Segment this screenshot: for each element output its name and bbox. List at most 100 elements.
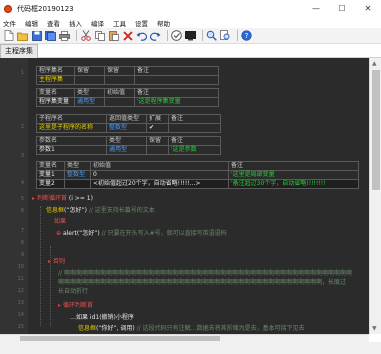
menu-edit[interactable]: 编辑	[25, 18, 38, 28]
menu-view[interactable]: 查看	[47, 18, 60, 28]
menu-settings[interactable]: 设置	[135, 18, 148, 28]
header-cell: 保留	[104, 66, 135, 76]
menu-tools[interactable]: 工具	[113, 18, 126, 28]
toolbar-separator	[167, 30, 168, 41]
minimize-button[interactable]: —	[303, 0, 329, 17]
line-number: 4	[20, 180, 24, 186]
fold-arrow-icon[interactable]: ▸	[48, 258, 51, 265]
close-button[interactable]: ✕	[355, 0, 381, 17]
horizontal-scrollbar[interactable]	[0, 334, 369, 342]
line-number: 3	[20, 153, 24, 159]
redo-icon[interactable]	[150, 30, 161, 41]
copy-icon[interactable]	[94, 30, 105, 41]
scroll-up-icon[interactable]: ▲	[372, 60, 377, 67]
local-type-cell[interactable]	[64, 179, 91, 189]
check-icon[interactable]	[171, 30, 182, 41]
code-editor[interactable]: 1 2 3 4 5 6 7 8 9 10 11 12 13 14 15 程序集名…	[0, 58, 369, 334]
cut-icon[interactable]	[80, 30, 91, 41]
indent-guide	[40, 206, 41, 326]
menu-compile[interactable]: 编译	[91, 18, 104, 28]
save-icon[interactable]	[31, 30, 42, 41]
header-cell: 初始值	[90, 161, 229, 171]
menu-help[interactable]: 帮助	[157, 18, 170, 28]
open-file-icon[interactable]	[17, 30, 28, 41]
code-line[interactable]: // 啊啊啊啊啊啊啊啊啊啊啊啊啊啊啊啊啊啊啊啊啊啊啊啊啊啊啊啊啊啊啊啊啊啊啊啊啊…	[58, 270, 352, 278]
string-literal: (“怎好”)	[64, 207, 87, 214]
local-note-cell[interactable]: '备注超过30个字，自动省略!!!!!!!!	[228, 179, 359, 189]
code-line[interactable]: ⊕ alert(“怎好”) // 只要在开头写入#号，就可以直接写英语语码	[56, 230, 227, 238]
comment: // 这段代码只有注解…数据去将其折缩为是去，基本可接下见去	[136, 325, 305, 332]
header-cell: 类型	[106, 136, 147, 146]
menu-insert[interactable]: 插入	[69, 18, 82, 28]
extend-check-icon[interactable]: ✔	[146, 123, 169, 133]
new-file-icon[interactable]	[3, 30, 14, 41]
code-line[interactable]: ▸ 判断循环首 (i >= 1)	[32, 195, 93, 203]
keyword: 如果	[54, 218, 67, 225]
fold-arrow-icon[interactable]: ▸	[58, 302, 61, 309]
header-cell: 类型	[74, 88, 105, 98]
table-row[interactable]: 变量1 整数型 0 '这里是局部变量	[36, 170, 359, 180]
print-icon[interactable]	[59, 30, 70, 41]
toolbar-separator	[237, 30, 238, 41]
undo-icon[interactable]	[136, 30, 147, 41]
help-icon[interactable]: ?	[241, 30, 252, 41]
scroll-down-icon[interactable]: ▼	[372, 325, 377, 332]
screen-icon[interactable]	[185, 30, 196, 41]
tab-main-program-set[interactable]: 主程序集	[0, 44, 38, 58]
toolbar-separator	[202, 30, 203, 41]
code-line[interactable]: 如果	[54, 218, 66, 226]
code-line[interactable]: …如果 id1(撤销)小程序	[70, 314, 134, 322]
app-icon	[4, 4, 12, 13]
menu-file[interactable]: 文件	[3, 18, 16, 28]
fold-arrow-icon[interactable]: ▸	[32, 195, 35, 202]
local-note-cell[interactable]: '这里是局部变量	[228, 170, 359, 180]
local-type-cell[interactable]: 整数型	[64, 170, 91, 180]
line-number: 1	[20, 70, 24, 76]
scroll-thumb[interactable]	[20, 336, 220, 341]
line-number: 11	[17, 276, 24, 282]
code-line[interactable]: ▸ 循环判断首	[58, 302, 93, 310]
local-name-cell[interactable]: 变量2	[36, 179, 65, 189]
header-cell: 备注	[228, 161, 359, 171]
line-number: 2	[20, 124, 24, 130]
save-all-icon[interactable]	[45, 30, 56, 41]
maximize-button[interactable]: ☐	[329, 0, 355, 17]
code-line[interactable]: ▸ 否则	[48, 258, 65, 266]
local-name-cell[interactable]: 变量1	[36, 170, 65, 180]
var-type-cell[interactable]: 通用型	[74, 97, 105, 107]
window-controls: — ☐ ✕	[303, 0, 381, 17]
code-line[interactable]: 信息框(“你好”, 调用) // 这段代码只有注解…数据去将其折缩为是去，基本可…	[78, 325, 305, 333]
header-cell: 程序集名	[36, 66, 75, 76]
params-table: 参数名 类型 保留 备注 参数1 通用型 '这是参数	[36, 136, 221, 155]
param-type-cell[interactable]: 通用型	[106, 145, 147, 155]
paste-icon[interactable]	[108, 30, 119, 41]
vertical-scrollbar[interactable]: ▲ ▼	[369, 58, 381, 334]
program-set-name[interactable]: 主程序集	[36, 75, 75, 85]
param-name-cell[interactable]: 参数1	[36, 145, 107, 155]
header-cell: 备注	[134, 88, 219, 98]
code-line[interactable]: 啊啊啊啊啊啊啊啊啊啊啊啊啊啊啊啊啊啊啊啊啊啊啊啊啊啊啊啊啊啊啊啊啊啊啊啊啊啊啊啊…	[58, 279, 346, 287]
return-type-cell[interactable]: 整数型	[106, 123, 147, 133]
delete-icon[interactable]	[122, 30, 133, 41]
header-cell: 初始值	[104, 88, 135, 98]
line-number: 6	[20, 208, 24, 214]
line-number: 9	[20, 252, 24, 258]
local-init-cell[interactable]: 0	[90, 170, 229, 180]
search-icon[interactable]	[206, 30, 217, 41]
table-row[interactable]: 变量2 <初始值超过20个字，自动省略!!!!!...> '备注超过30个字，自…	[36, 179, 359, 189]
var-note-cell[interactable]: '这是程序集变量	[134, 97, 219, 107]
replace-icon[interactable]	[220, 30, 231, 41]
param-note-cell[interactable]: '这是参数	[168, 145, 221, 155]
var-name-cell[interactable]: 程序集变量	[36, 97, 75, 107]
string-literal: (“你好”, 调用)	[96, 325, 135, 332]
local-init-cell[interactable]: <初始值超过20个字，自动省略!!!!!...>	[90, 179, 229, 189]
code-line[interactable]: 信息框(“怎好”) // 这里支持长篇号的文本	[46, 207, 155, 215]
string-literal: (“怎好”)	[76, 230, 100, 237]
function-call: 信息框	[46, 207, 65, 214]
scroll-thumb[interactable]	[372, 70, 380, 190]
header-cell: 扩展	[146, 114, 169, 124]
toolbar-separator	[76, 30, 77, 41]
subprogram-name[interactable]: 这里是子程序的名称	[36, 123, 107, 133]
header-cell: 变量名	[36, 161, 65, 171]
code-line[interactable]: 长自动折行	[58, 288, 88, 296]
